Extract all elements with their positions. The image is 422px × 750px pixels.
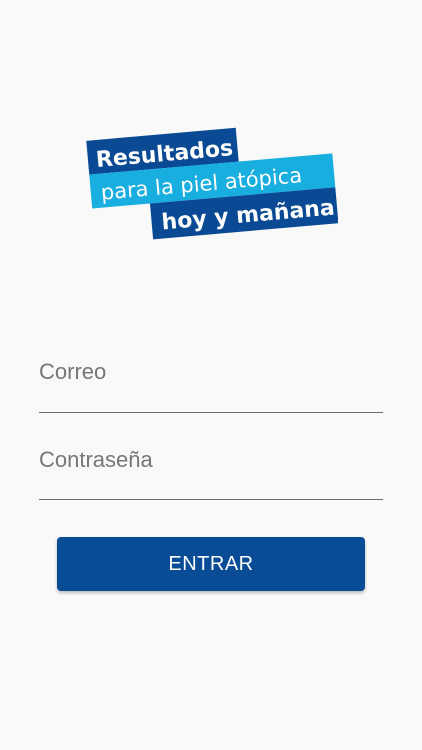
password-field-container (39, 443, 383, 500)
email-input[interactable] (39, 355, 383, 389)
password-input[interactable] (39, 443, 383, 477)
logo-graphic: Resultados para la piel atópica hoy y ma… (86, 127, 338, 240)
brand-logo: Resultados para la piel atópica hoy y ma… (86, 116, 338, 240)
login-button[interactable]: ENTRAR (57, 537, 365, 591)
email-field-container (39, 355, 383, 413)
